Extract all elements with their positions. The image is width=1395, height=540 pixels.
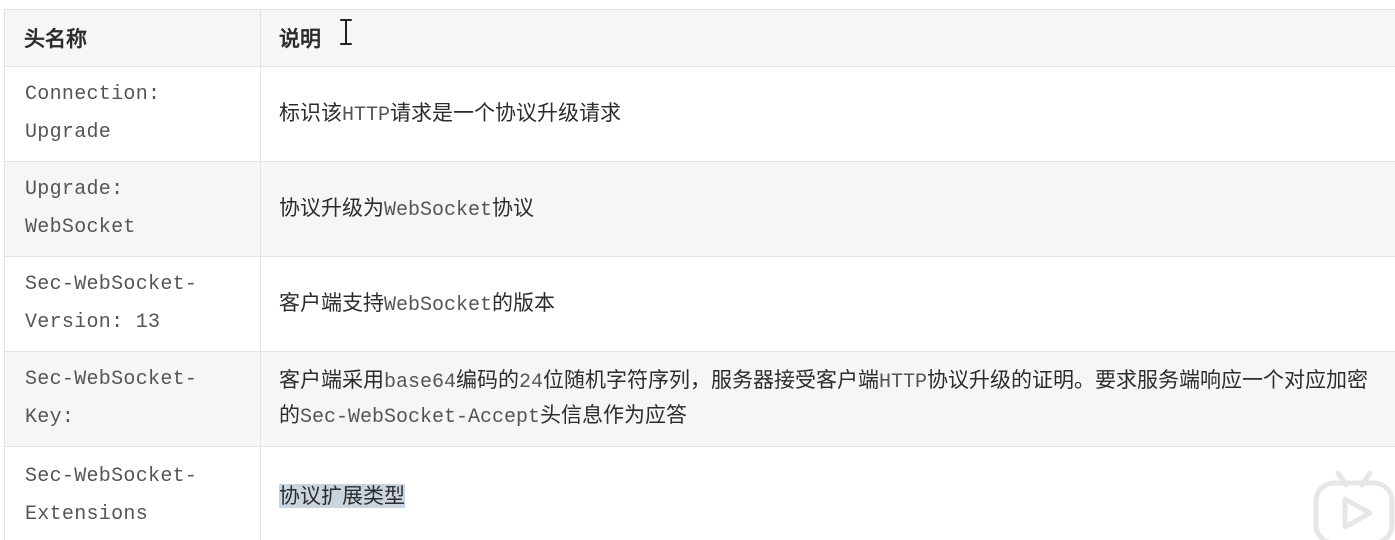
header-description-cell: 客户端支持WebSocket的版本: [260, 256, 1395, 352]
header-name-line: WebSocket: [25, 216, 136, 239]
column-header-name: 头名称: [4, 9, 261, 67]
header-name-line: Version: 13: [25, 311, 161, 334]
table-row: Sec-WebSocket- Version: 13 客户端支持WebSocke…: [4, 256, 1395, 352]
header-description-cell: 协议升级为WebSocket协议: [260, 161, 1395, 257]
description-text: 的版本: [492, 290, 556, 315]
description-code: WebSocket: [384, 198, 493, 222]
header-description-cell: 协议扩展类型: [260, 446, 1395, 540]
header-description-cell: 客户端采用base64编码的24位随机字符序列，服务器接受客户端HTTP协议升级…: [260, 351, 1395, 447]
description-text: 请求是一个协议升级请求: [390, 100, 622, 125]
header-description-cell: 标识该HTTP请求是一个协议升级请求: [260, 66, 1395, 162]
video-play-icon[interactable]: [1312, 463, 1395, 540]
header-name-cell: Sec-WebSocket- Version: 13: [4, 256, 261, 352]
selected-description-text[interactable]: 协议扩展类型: [279, 483, 405, 508]
header-name-line: Sec-WebSocket-: [25, 273, 198, 296]
description-text: 客户端支持: [279, 290, 384, 315]
table-row: Upgrade: WebSocket 协议升级为WebSocket协议: [4, 161, 1395, 257]
header-name-cell: Connection: Upgrade: [4, 66, 261, 162]
description-code: base64: [384, 371, 457, 394]
column-header-description: 说明: [260, 9, 1395, 67]
description-text: 位随机字符序列，服务器接受客户端: [543, 368, 880, 392]
description-text: 协议升级为: [279, 195, 384, 220]
header-name-line: Upgrade:: [25, 178, 124, 201]
table-row: Connection: Upgrade 标识该HTTP请求是一个协议升级请求: [4, 66, 1395, 162]
description-text: 编码的: [456, 368, 520, 392]
table-row: Sec-WebSocket- Key: 客户端采用base64编码的24位随机字…: [4, 351, 1395, 447]
document-page: 头名称 说明 Connection: Upgrade 标识该HTTP请求是一个协…: [0, 0, 1395, 540]
http-headers-table: 头名称 说明 Connection: Upgrade 标识该HTTP请求是一个协…: [4, 9, 1395, 540]
description-text: 头信息作为应答: [540, 403, 688, 427]
table-row: Sec-WebSocket- Extensions 协议扩展类型: [4, 446, 1395, 540]
description-text: 协议: [492, 195, 535, 220]
header-name-line: Extensions: [25, 503, 149, 526]
header-name-line: Upgrade: [25, 121, 112, 144]
header-name-cell: Upgrade: WebSocket: [4, 161, 261, 257]
description-code: HTTP: [879, 371, 928, 394]
text-cursor-icon: [340, 19, 352, 45]
header-name-line: Connection:: [25, 83, 161, 106]
description-text: 客户端采用: [279, 368, 384, 392]
header-name-line: Sec-WebSocket-: [25, 368, 198, 391]
description-code: Sec-WebSocket-Accept: [300, 406, 541, 429]
description-text: 标识该: [279, 100, 342, 125]
header-name-cell: Sec-WebSocket- Key:: [4, 351, 261, 447]
header-name-cell: Sec-WebSocket- Extensions: [4, 446, 261, 540]
table-header-row: 头名称 说明: [4, 9, 1395, 67]
description-code: HTTP: [342, 103, 391, 127]
description-code: 24: [519, 371, 544, 394]
description-code: WebSocket: [384, 293, 493, 317]
header-name-line: Key:: [25, 406, 75, 429]
header-name-line: Sec-WebSocket-: [25, 465, 198, 488]
